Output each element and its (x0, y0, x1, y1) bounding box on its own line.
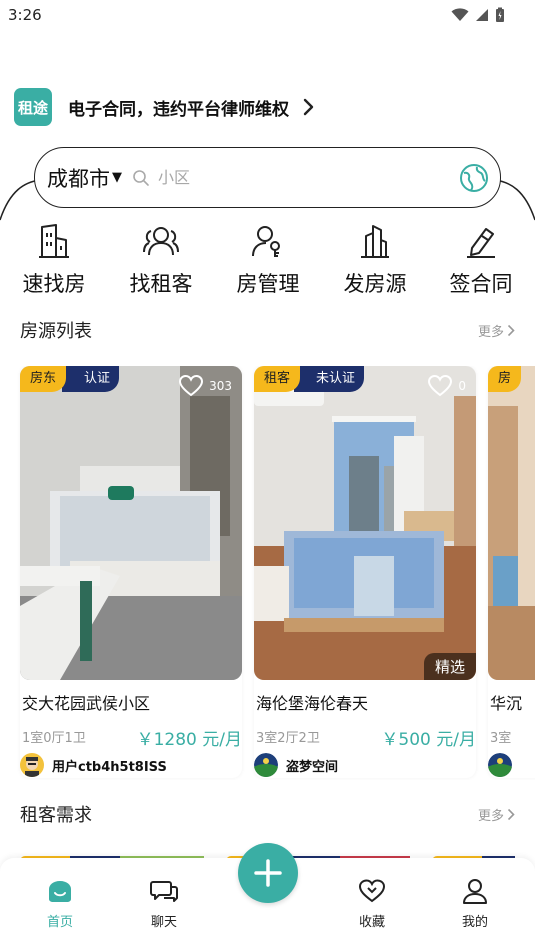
more-label: 更多 (477, 325, 504, 340)
chevron-right-icon (303, 98, 314, 116)
featured-badge: 精选 (423, 653, 476, 680)
demand-more-link[interactable]: 更多 (478, 805, 515, 824)
role-badge: 房东 (20, 366, 67, 392)
favorite-count: 0 (458, 379, 466, 393)
quick-action-label: 签合同 (449, 272, 513, 296)
listing-title: 海伦堡海伦春天 (256, 694, 369, 713)
verify-badge: 未认证 (294, 366, 365, 392)
listing-card[interactable]: 房 华沉 3室 (488, 366, 535, 778)
wifi-icon (451, 8, 469, 21)
user-key-icon (218, 222, 318, 260)
pen-sign-icon (431, 222, 531, 260)
section-title: 租客需求 (20, 805, 92, 826)
verify-badge: 认证 (62, 366, 120, 392)
listing-owner[interactable]: 盗梦空间 (254, 753, 338, 777)
role-badge: 租客 (254, 366, 301, 392)
map-globe-icon[interactable] (459, 163, 489, 193)
promo-text: 电子合同，违约平台律师维权 (68, 99, 289, 120)
listings-carousel[interactable]: 认证 房东 303 交大花园武侯小区 1室0厅1卫 ￥1280 元/月 用户ct… (0, 366, 535, 780)
listing-card[interactable]: 认证 房东 303 交大花园武侯小区 1室0厅1卫 ￥1280 元/月 用户ct… (20, 366, 242, 778)
quick-action-find-tenant[interactable]: 找租客 (111, 222, 211, 298)
tab-chat[interactable]: 聊天 (124, 876, 204, 930)
home-icon (20, 876, 100, 906)
more-label: 更多 (477, 809, 504, 824)
quick-action-label: 找租客 (129, 272, 193, 296)
quick-action-label: 发房源 (343, 272, 407, 296)
status-icons (451, 7, 505, 23)
section-title: 房源列表 (20, 321, 92, 342)
listing-photo (488, 366, 535, 680)
search-input[interactable] (158, 168, 428, 187)
listing-price: ￥1280 元/月 (136, 730, 242, 750)
avatar (488, 753, 512, 777)
quick-action-manage-house[interactable]: 房管理 (218, 222, 318, 298)
heart-outline-icon (428, 375, 453, 397)
tab-favorites[interactable]: 收藏 (332, 876, 412, 930)
contract-promo-banner[interactable]: 租途 电子合同，违约平台律师维权 (14, 88, 514, 126)
favorite-toggle[interactable]: 303 (179, 375, 232, 397)
listings-section-header: 房源列表 更多 (20, 317, 515, 345)
tab-home[interactable]: 首页 (20, 876, 100, 930)
listing-layout: 3室 (490, 731, 512, 746)
listing-layout: 1室0厅1卫 (22, 731, 86, 746)
chevron-right-icon (507, 808, 515, 821)
listing-card[interactable]: 精选 未认证 租客 0 海伦堡海伦春天 3室2厅2卫 ￥500 元/月 盗梦空间 (254, 366, 476, 778)
profile-icon (435, 876, 515, 906)
owner-name: 用户ctb4h5t8ISS (52, 759, 167, 775)
listing-photo: 精选 (254, 366, 476, 680)
quick-action-sign-contract[interactable]: 签合同 (431, 222, 531, 298)
listings-more-link[interactable]: 更多 (478, 321, 515, 340)
heart-icon (332, 876, 412, 906)
caret-down-icon[interactable]: ▼ (112, 170, 122, 185)
favorite-toggle[interactable]: 0 (428, 375, 466, 397)
tab-label: 聊天 (150, 915, 177, 930)
people-icon (111, 222, 211, 260)
city-selector[interactable]: 成都市 (47, 163, 110, 193)
quick-action-post-listing[interactable]: 发房源 (325, 222, 425, 298)
tab-label: 收藏 (358, 915, 385, 930)
listing-owner[interactable]: 用户ctb4h5t8ISS (20, 753, 167, 777)
status-bar: 3:26 (0, 0, 535, 32)
quick-action-find-house[interactable]: 速找房 (4, 222, 104, 298)
role-badge: 房 (488, 366, 522, 392)
chevron-right-icon (507, 324, 515, 337)
quick-actions: 速找房 找租客 房管理 发房源 签合同 (0, 222, 535, 302)
avatar (20, 753, 44, 777)
listing-price: ￥500 元/月 (381, 730, 476, 750)
status-time: 3:26 (8, 6, 42, 24)
listing-owner[interactable] (488, 753, 512, 777)
signal-icon (476, 9, 488, 21)
plus-icon (254, 859, 282, 887)
favorite-count: 303 (209, 379, 232, 393)
owner-name: 盗梦空间 (286, 759, 339, 775)
battery-icon (496, 7, 504, 22)
listing-title: 华沉 (490, 694, 523, 713)
demand-section-header: 租客需求 更多 (20, 801, 515, 829)
add-button[interactable] (238, 843, 298, 903)
avatar (254, 753, 278, 777)
search-icon (132, 169, 150, 187)
heart-outline-icon (179, 375, 204, 397)
tab-profile[interactable]: 我的 (435, 876, 515, 930)
listing-layout: 3室2厅2卫 (256, 731, 320, 746)
chat-icon (124, 876, 204, 906)
quick-action-label: 速找房 (22, 272, 86, 296)
tab-label: 我的 (461, 915, 488, 930)
tower-icon (325, 222, 425, 260)
quick-action-label: 房管理 (236, 272, 300, 296)
app-logo: 租途 (14, 88, 52, 126)
building-icon (4, 222, 104, 260)
tab-label: 首页 (46, 915, 73, 930)
listing-photo (20, 366, 242, 680)
search-bar: 成都市 ▼ (34, 147, 501, 208)
listing-title: 交大花园武侯小区 (22, 694, 151, 713)
